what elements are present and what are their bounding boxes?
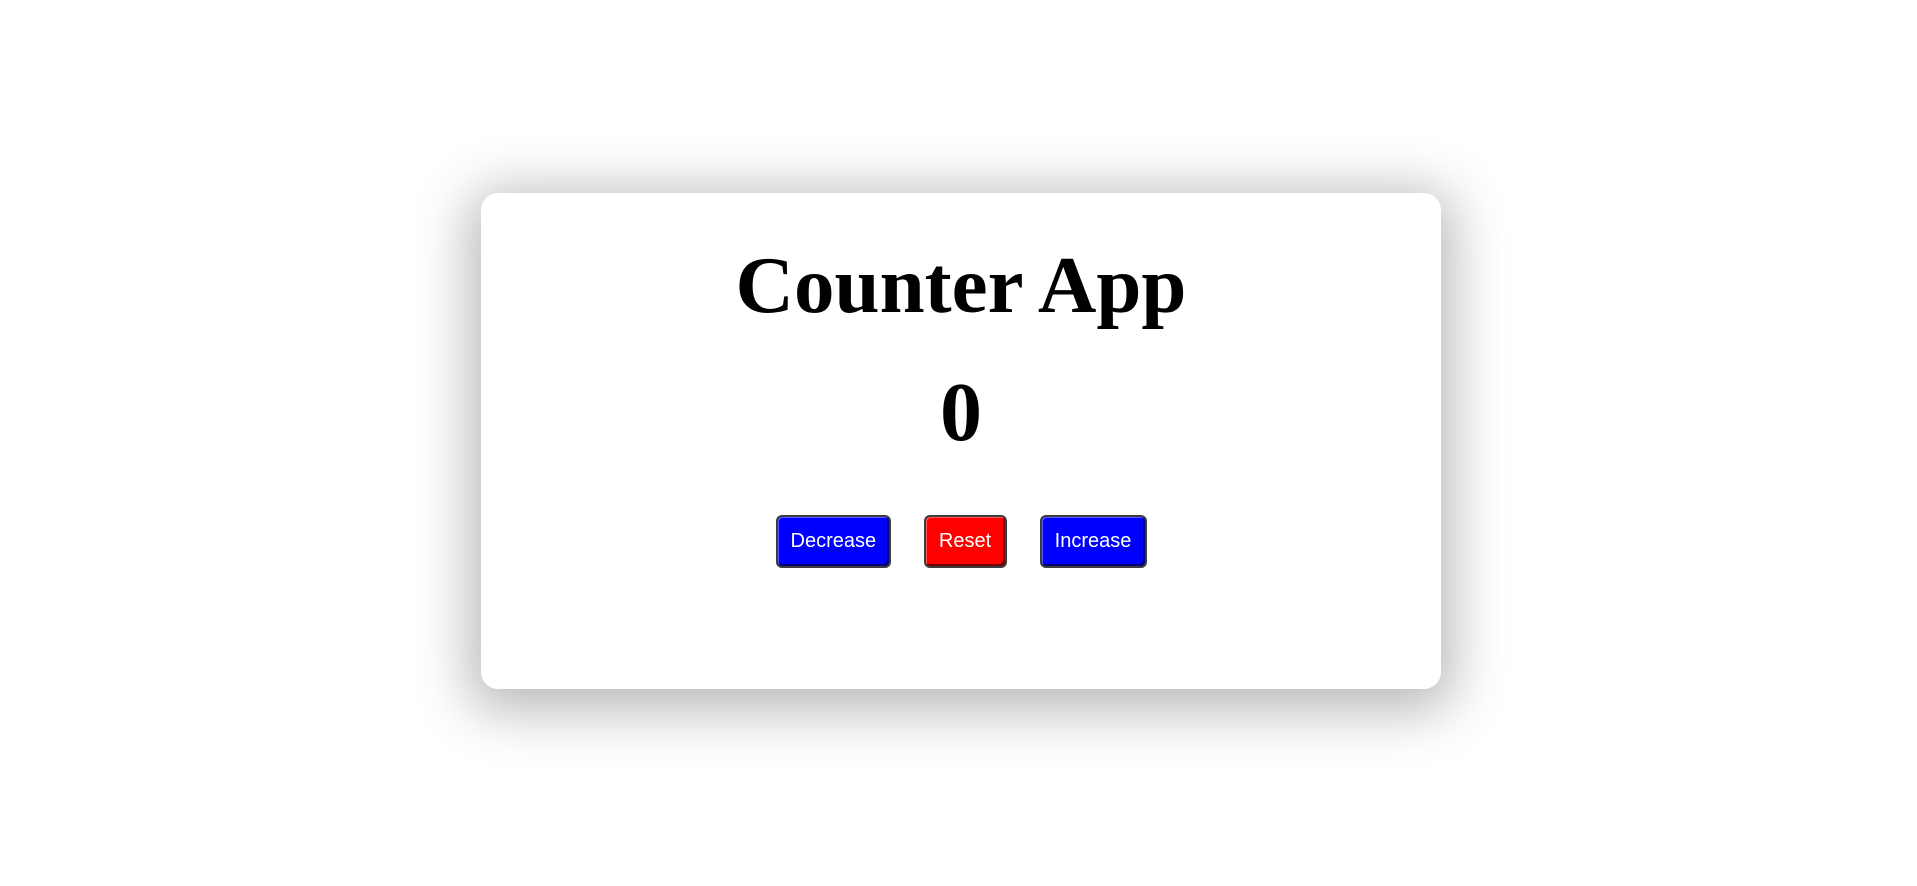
counter-value: 0 [940,366,982,459]
counter-card: Counter App 0 Decrease Reset Increase [481,193,1441,689]
increase-button[interactable]: Increase [1039,515,1147,568]
decrease-button[interactable]: Decrease [775,515,891,568]
reset-button[interactable]: Reset [923,515,1007,568]
button-row: Decrease Reset Increase [481,515,1441,568]
app-title: Counter App [735,240,1187,330]
